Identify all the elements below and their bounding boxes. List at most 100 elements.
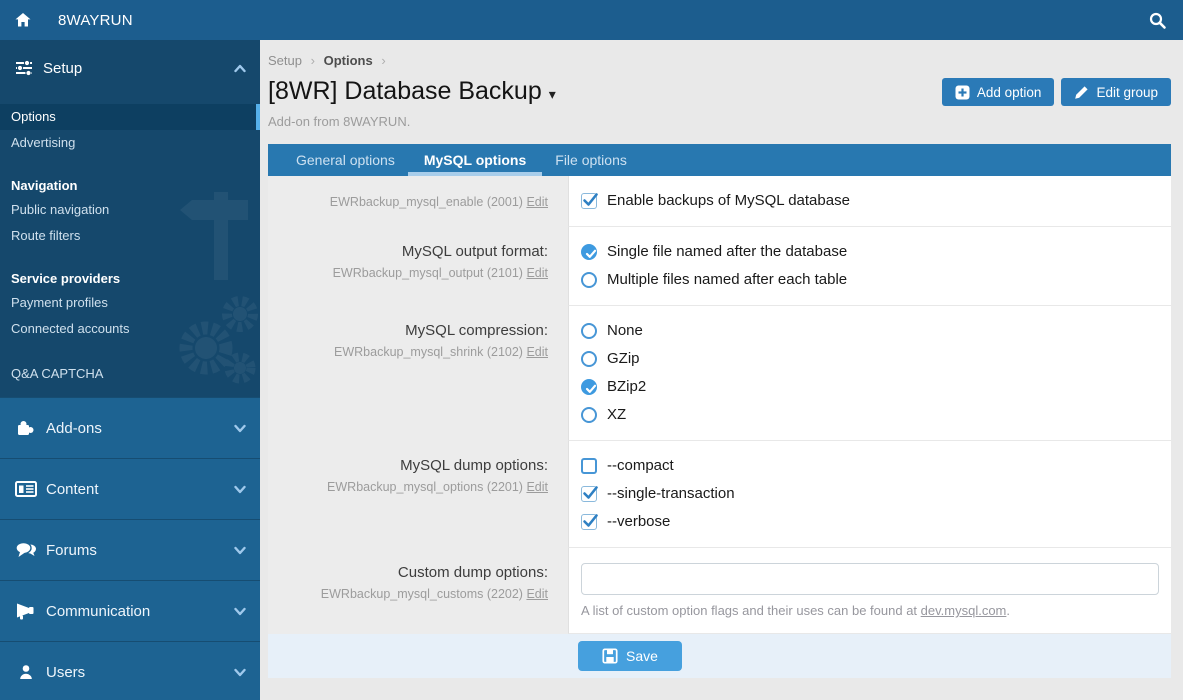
sidebar-item-label: Payment profiles	[11, 295, 108, 310]
custom-options-hint: A list of custom option flags and their …	[581, 603, 1159, 618]
checkbox-single-transaction[interactable]: --single-transaction	[581, 484, 1159, 504]
sidebar-item-route-filters[interactable]: Route filters	[0, 223, 260, 249]
checkbox-verbose[interactable]: --verbose	[581, 512, 1159, 532]
option-code-text: EWRbackup_mysql_enable (2001)	[329, 195, 523, 209]
radio-bzip2[interactable]: BZip2	[581, 377, 1159, 397]
sidebar-section-forums[interactable]: Forums	[0, 519, 260, 580]
option-code-text: EWRbackup_mysql_options (2201)	[327, 480, 523, 494]
row-control-output-format: Single file named after the database Mul…	[568, 227, 1171, 306]
sidebar-item-options[interactable]: Options	[0, 104, 260, 130]
breadcrumb: Setup › Options ›	[268, 53, 1171, 68]
dev-mysql-link[interactable]: dev.mysql.com	[921, 603, 1007, 618]
chevron-down-icon	[234, 668, 246, 676]
radio-icon	[581, 407, 597, 423]
breadcrumb-separator: ›	[310, 53, 315, 68]
sidebar-item-payment-profiles[interactable]: Payment profiles	[0, 290, 260, 316]
edit-link[interactable]: Edit	[526, 195, 548, 209]
option-label: --single-transaction	[607, 485, 735, 502]
home-button[interactable]	[0, 0, 46, 40]
sidebar: Setup Options Advertising Navigation Pub…	[0, 40, 260, 700]
setup-submenu: Options Advertising Navigation Public na…	[0, 96, 260, 387]
row-label-mysql-enable: EWRbackup_mysql_enable (2001) Edit	[268, 176, 568, 227]
page-header: [8WR] Database Backup ▾ Add-on from 8WAYR…	[268, 76, 1171, 129]
checkbox-enable-backups[interactable]: Enable backups of MySQL database	[581, 191, 1159, 211]
radio-xz[interactable]: XZ	[581, 405, 1159, 425]
tab-general-options[interactable]: General options	[283, 144, 408, 176]
option-label: Single file named after the database	[607, 243, 848, 260]
radio-icon	[581, 379, 597, 395]
hint-text: A list of custom option flags and their …	[581, 603, 921, 618]
chevron-down-icon	[234, 485, 246, 493]
checkbox-compact[interactable]: --compact	[581, 456, 1159, 476]
sidebar-group-captcha: Q&A CAPTCHA	[0, 361, 260, 387]
radio-single-file[interactable]: Single file named after the database	[581, 242, 1159, 262]
sidebar-item-public-navigation[interactable]: Public navigation	[0, 197, 260, 223]
option-code: EWRbackup_mysql_enable (2001) Edit	[278, 194, 548, 210]
option-title: Custom dump options:	[397, 564, 548, 581]
sidebar-section-add-ons[interactable]: Add-ons	[0, 397, 260, 458]
add-option-label: Add option	[976, 84, 1042, 100]
radio-icon	[581, 323, 597, 339]
radio-gzip[interactable]: GZip	[581, 349, 1159, 369]
save-button[interactable]: Save	[578, 641, 682, 671]
radio-icon	[581, 272, 597, 288]
page-title-text: [8WR] Database Backup	[268, 77, 542, 105]
sidebar-group-header: Navigation	[11, 178, 78, 193]
puzzle-icon	[14, 418, 38, 438]
tab-mysql-options[interactable]: MySQL options	[407, 144, 543, 176]
edit-group-label: Edit group	[1096, 84, 1158, 100]
custom-dump-options-input[interactable]	[581, 563, 1159, 595]
title-dropdown-caret[interactable]: ▾	[549, 86, 556, 102]
radio-multiple-files[interactable]: Multiple files named after each table	[581, 270, 1159, 290]
add-option-button[interactable]: Add option	[941, 78, 1055, 106]
chevron-down-icon	[234, 607, 246, 615]
sidebar-section-setup-header[interactable]: Setup	[0, 40, 260, 96]
sidebar-section-label: Content	[46, 480, 99, 498]
breadcrumb-setup[interactable]: Setup	[268, 53, 302, 68]
sidebar-item-label: Connected accounts	[11, 321, 130, 336]
topbar: 8WAYRUN	[0, 0, 1183, 40]
search-button[interactable]	[1131, 0, 1183, 40]
option-label: Multiple files named after each table	[607, 271, 848, 288]
hint-text: .	[1006, 603, 1011, 618]
option-title: MySQL dump options:	[400, 457, 548, 474]
edit-link[interactable]: Edit	[526, 345, 548, 359]
sidebar-group-navigation: Navigation Public navigation Route filte…	[0, 175, 260, 249]
tab-file-options[interactable]: File options	[542, 144, 640, 176]
option-code-text: EWRbackup_mysql_output (2101)	[332, 266, 523, 280]
sidebar-section-label: Communication	[46, 602, 151, 620]
sliders-icon	[16, 59, 32, 77]
row-control-dump-options: --compact --single-transaction --verbose	[568, 441, 1171, 548]
sidebar-item-qa-captcha[interactable]: Q&A CAPTCHA	[0, 361, 260, 387]
sidebar-section-label: Forums	[46, 541, 97, 559]
row-label-dump-options: MySQL dump options: EWRbackup_mysql_opti…	[268, 441, 568, 548]
edit-group-button[interactable]: Edit group	[1061, 78, 1171, 106]
edit-link[interactable]: Edit	[526, 587, 548, 601]
radio-icon	[581, 351, 597, 367]
option-code-text: EWRbackup_mysql_customs (2202)	[320, 587, 523, 601]
sidebar-section-users[interactable]: Users	[0, 641, 260, 700]
sidebar-item-connected-accounts[interactable]: Connected accounts	[0, 316, 260, 342]
checkbox-icon	[581, 193, 598, 209]
option-label: None	[607, 322, 643, 339]
option-code: EWRbackup_mysql_customs (2202) Edit	[278, 586, 548, 602]
sidebar-group-header: Service providers	[11, 271, 121, 286]
tab-label: MySQL options	[423, 152, 527, 168]
sidebar-item-label: Route filters	[11, 228, 81, 243]
option-label: GZip	[607, 350, 640, 367]
sidebar-item-label: Public navigation	[11, 202, 110, 217]
sidebar-item-label: Options	[11, 109, 56, 124]
tab-bar: General options MySQL options File optio…	[268, 144, 1171, 176]
breadcrumb-options[interactable]: Options	[324, 53, 373, 68]
radio-none[interactable]: None	[581, 321, 1159, 341]
page-title: [8WR] Database Backup ▾	[268, 76, 935, 109]
sidebar-item-advertising[interactable]: Advertising	[0, 130, 260, 156]
header-actions: Add option Edit group	[935, 78, 1171, 106]
edit-link[interactable]: Edit	[526, 480, 548, 494]
sidebar-section-communication[interactable]: Communication	[0, 580, 260, 641]
sidebar-section-content[interactable]: Content	[0, 458, 260, 519]
edit-link[interactable]: Edit	[526, 266, 548, 280]
sidebar-item-label: Advertising	[11, 135, 76, 150]
home-icon	[15, 13, 31, 27]
newspaper-icon	[14, 480, 38, 498]
